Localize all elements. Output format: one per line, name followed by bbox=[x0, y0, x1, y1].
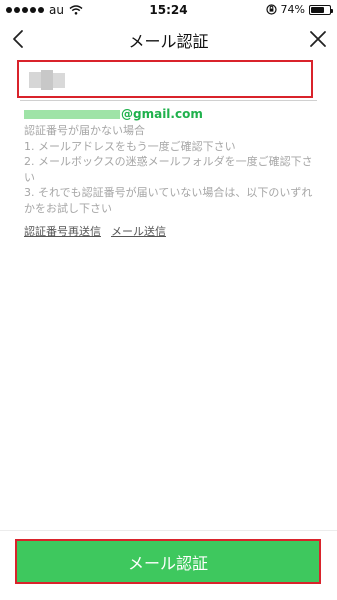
help-item: 2. メールボックスの迷惑メールフォルダを一度ご確認下さい bbox=[24, 155, 313, 184]
email-domain: @gmail.com bbox=[121, 107, 203, 121]
verification-code-field[interactable] bbox=[17, 60, 313, 98]
status-bar: au 15:24 74% bbox=[0, 0, 337, 20]
email-verify-button-label: メール認証 bbox=[127, 553, 208, 573]
close-icon[interactable] bbox=[305, 26, 331, 52]
help-text: 認証番号が届かない場合 1. メールアドレスをもう一度ご確認下さい 2. メール… bbox=[24, 123, 320, 217]
send-mail-link[interactable]: メール送信 bbox=[111, 223, 166, 239]
input-underline bbox=[20, 100, 317, 101]
battery-percent: 74% bbox=[280, 3, 305, 16]
battery-icon bbox=[309, 4, 333, 15]
nav-bar: メール認証 bbox=[0, 20, 337, 58]
battery-group: 74% bbox=[265, 3, 333, 16]
verification-code-input[interactable] bbox=[19, 62, 311, 96]
bottom-divider bbox=[0, 530, 337, 531]
email-address: @gmail.com bbox=[24, 107, 203, 121]
resend-code-link[interactable]: 認証番号再送信 bbox=[24, 223, 101, 239]
help-links: 認証番号再送信 メール送信 bbox=[24, 223, 166, 239]
battery-fill bbox=[311, 6, 325, 13]
email-verify-button[interactable]: メール認証 bbox=[15, 539, 321, 584]
rotation-lock-icon bbox=[265, 4, 277, 15]
help-heading: 認証番号が届かない場合 bbox=[24, 124, 145, 137]
help-item: 1. メールアドレスをもう一度ご確認下さい bbox=[24, 139, 236, 153]
page-title: メール認証 bbox=[128, 32, 209, 51]
help-item: 3. それでも認証番号が届いていない場合は、以下のいずれかをお試し下さい bbox=[24, 186, 313, 215]
masked-email-user bbox=[24, 109, 120, 119]
